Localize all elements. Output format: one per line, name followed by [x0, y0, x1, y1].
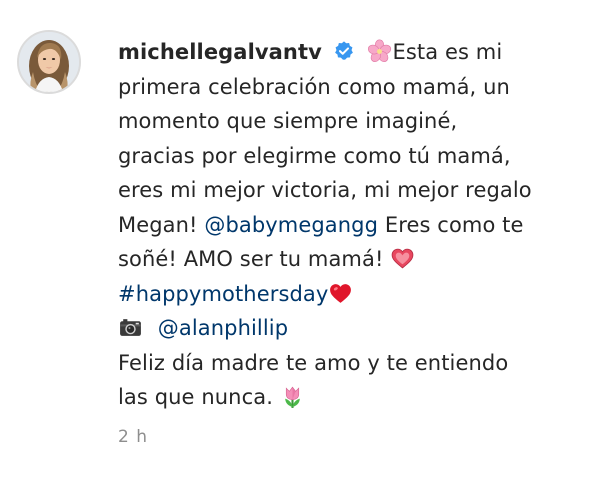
heart-icon: [391, 248, 414, 269]
caption-line-5: eres mi mejor victoria, mi mejor regalo: [118, 178, 532, 202]
red-heart-icon: [330, 283, 352, 303]
caption-text: Megan!: [118, 212, 205, 237]
cherry-blossom-icon: [368, 39, 392, 62]
caption-line-8: #happymothersday: [118, 277, 588, 312]
username-link[interactable]: michellegalvantv: [118, 40, 322, 64]
caption-text: Eres como te: [378, 212, 524, 237]
caption-line-1: michellegalvantv Esta es mi: [118, 35, 588, 70]
caption-line-4: gracias por elegirme como tú mamá,: [118, 143, 511, 168]
caption-line-3: momento que siempre imaginé,: [118, 109, 458, 133]
caption-line-10: Feliz día madre te amo y te entiendo: [118, 350, 509, 375]
caption-text: Esta es mi: [392, 40, 503, 64]
caption-text: las que nunca.: [118, 385, 280, 409]
avatar-image-icon: [19, 32, 79, 92]
comment-post: michellegalvantv Esta es mi primera cele…: [0, 0, 612, 478]
caption-line-7: soñé! AMO ser tu mamá!: [118, 242, 588, 277]
caption-line-2: primera celebración como mamá, un: [118, 74, 510, 99]
caption-line-9: @alanphillip: [118, 311, 588, 346]
hashtag-link-happymothersday[interactable]: #happymothersday: [118, 282, 328, 306]
timestamp-link[interactable]: 2 h: [118, 427, 148, 447]
comment-caption: michellegalvantv Esta es mi primera cele…: [118, 35, 588, 415]
camera-icon: [120, 319, 141, 336]
caption-text: soñé! AMO ser tu mamá!: [118, 247, 391, 271]
mention-link-alanphillip[interactable]: @alanphillip: [158, 316, 288, 340]
caption-line-6: Megan! @babymegangg Eres como te: [118, 208, 588, 243]
tulip-icon: [284, 386, 300, 408]
mention-link-babymegangg[interactable]: @babymegangg: [204, 213, 378, 237]
avatar[interactable]: [17, 30, 81, 94]
caption-line-11: las que nunca.: [118, 380, 588, 415]
verified-badge-icon: [334, 41, 353, 60]
